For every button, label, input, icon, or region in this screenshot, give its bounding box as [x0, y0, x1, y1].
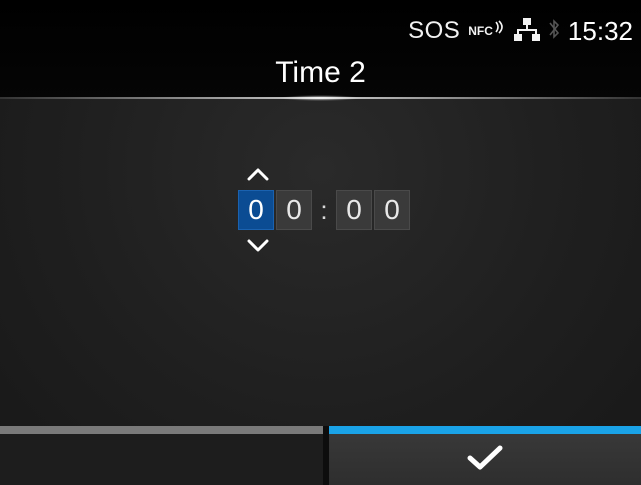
status-bar: SOS NFC 15:32 — [408, 14, 633, 48]
bluetooth-icon — [548, 16, 560, 47]
printer-screen: SOS NFC 15:32 Time 2 0 0: 0 0 — [0, 0, 641, 485]
page-title: Time 2 — [275, 56, 366, 89]
decrement-arrow-icon[interactable] — [246, 238, 270, 254]
nfc-waves-icon — [494, 20, 506, 37]
hour-tens-digit[interactable]: 0 — [238, 190, 274, 230]
left-softkey-bar — [0, 426, 323, 434]
time-separator: : — [320, 194, 328, 225]
check-icon — [467, 445, 503, 476]
minute-tens-digit[interactable]: 0 — [336, 190, 372, 230]
left-softkey-button[interactable] — [0, 426, 323, 485]
increment-arrow-icon[interactable] — [246, 166, 270, 182]
network-icon — [513, 16, 540, 47]
header: SOS NFC 15:32 Time 2 — [0, 0, 641, 101]
time-editor: 0 0 : 0 0 — [238, 190, 410, 230]
confirm-button-bar — [329, 426, 641, 434]
sos-indicator: SOS — [408, 17, 461, 44]
confirm-button[interactable] — [329, 426, 641, 485]
clock: 15:32 — [567, 15, 633, 46]
nfc-label: NFC — [468, 24, 493, 38]
header-divider-glow — [280, 95, 360, 101]
hour-ones-digit[interactable]: 0 — [276, 190, 312, 230]
minute-ones-digit[interactable]: 0 — [374, 190, 410, 230]
nfc-icon: NFC — [468, 20, 506, 38]
